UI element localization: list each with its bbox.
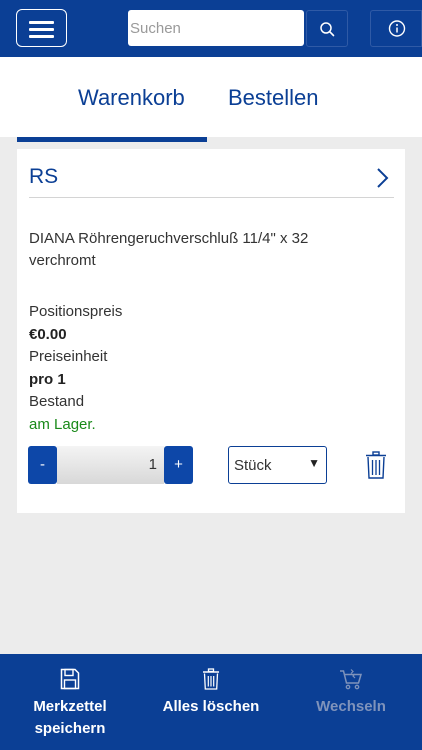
search-icon	[320, 22, 335, 37]
price-unit-value: pro 1	[29, 371, 66, 388]
tab-warenkorb[interactable]: Warenkorb	[78, 85, 185, 111]
trash-icon	[203, 668, 219, 690]
quantity-stepper: - 1 +	[28, 446, 193, 484]
menu-button[interactable]	[16, 9, 67, 47]
save-list-button[interactable]: Merkzettel speichern	[20, 654, 120, 750]
menu-icon-bar	[29, 21, 54, 24]
clear-all-button[interactable]: Alles löschen	[155, 654, 267, 750]
product-name: DIANA Röhrengeruchverschluß 11/4" x 32 v…	[29, 230, 309, 269]
quantity-input[interactable]: 1	[57, 446, 164, 484]
info-icon	[388, 20, 406, 37]
bottom-bar: Merkzettel speichern Alles löschen Wechs…	[0, 654, 422, 750]
trash-icon[interactable]	[365, 451, 387, 479]
switch-button[interactable]: Wechseln	[305, 654, 397, 750]
tab-bestellen[interactable]: Bestellen	[228, 85, 319, 111]
clear-all-label: Alles löschen	[162, 698, 260, 715]
search-input[interactable]	[128, 10, 304, 46]
group-title: RS	[29, 165, 59, 188]
cart-item-card: RS DIANA Röhrengeruchverschluß 11/4" x 3…	[17, 149, 405, 513]
info-button[interactable]	[370, 10, 422, 47]
active-tab-indicator	[17, 137, 207, 142]
chevron-right-icon[interactable]	[375, 167, 389, 189]
tab-bar: Warenkorb Bestellen	[0, 57, 422, 137]
decrease-quantity-button[interactable]: -	[28, 446, 57, 484]
search-button[interactable]	[306, 10, 348, 47]
divider	[29, 197, 394, 198]
position-price-label: Positionspreis	[29, 303, 123, 320]
menu-icon-bar	[29, 28, 54, 31]
increase-quantity-button[interactable]: +	[164, 446, 193, 484]
stock-label: Bestand	[29, 393, 85, 410]
price-unit-label: Preiseinheit	[29, 348, 108, 365]
menu-icon-bar	[29, 35, 54, 38]
dropdown-caret-icon: ▼	[308, 456, 320, 470]
unit-select-value: Stück	[234, 457, 272, 474]
switch-label: Wechseln	[316, 698, 386, 715]
top-bar	[0, 0, 422, 57]
stock-value: am Lager.	[29, 416, 96, 433]
save-list-label-line1: Merkzettel	[33, 698, 107, 715]
cart-switch-icon	[340, 669, 363, 690]
position-price-value: €0.00	[29, 326, 67, 343]
save-icon	[60, 668, 80, 690]
unit-select[interactable]: Stück ▼	[228, 446, 327, 484]
save-list-label-line2: speichern	[34, 720, 106, 737]
save-list-label: Merkzettel speichern	[20, 696, 120, 740]
